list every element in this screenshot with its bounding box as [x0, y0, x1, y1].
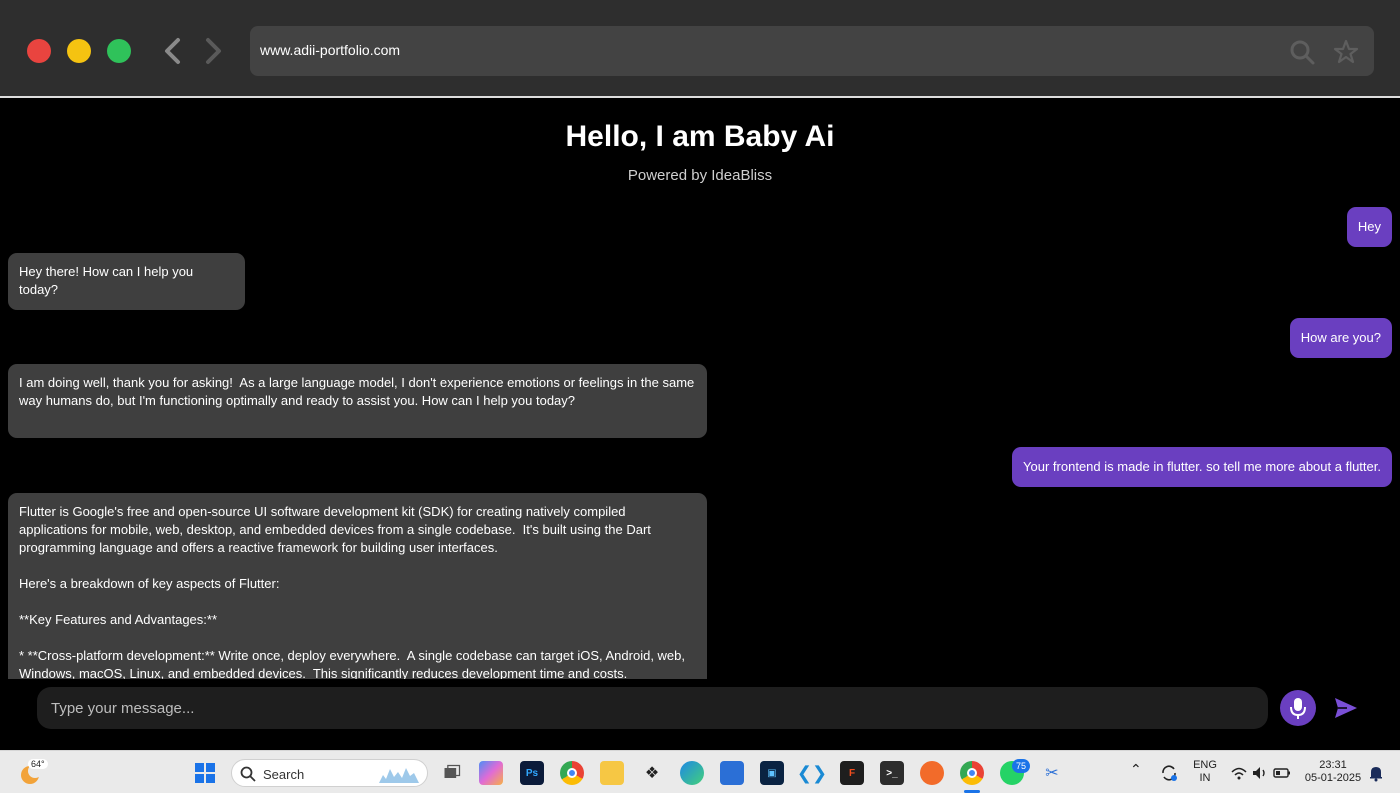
figma-icon[interactable]: F — [840, 761, 864, 785]
chrome-icon[interactable] — [560, 761, 584, 785]
wifi-icon[interactable] — [1230, 764, 1248, 782]
vscode-icon[interactable]: ❮❯ — [797, 761, 827, 785]
search-icon — [240, 766, 256, 782]
page-subtitle: Powered by IdeaBliss — [627, 167, 773, 184]
file-explorer-icon[interactable] — [600, 761, 624, 785]
terminal-icon[interactable]: >_ — [880, 761, 904, 785]
microphone-icon — [1290, 698, 1306, 719]
photoshop-icon[interactable]: Ps — [520, 761, 544, 785]
microphone-button[interactable] — [1280, 690, 1316, 726]
forward-arrow-icon[interactable] — [200, 36, 226, 66]
sync-icon[interactable] — [1160, 764, 1178, 782]
bot-message: I am doing well, thank you for asking! A… — [8, 364, 707, 438]
edge-icon[interactable] — [680, 761, 704, 785]
notification-badge: 75 — [1012, 759, 1030, 773]
window-close-button[interactable] — [27, 39, 51, 63]
user-message: Hey — [1346, 207, 1392, 247]
taskbar-search[interactable]: Search — [231, 759, 428, 787]
clock[interactable]: 23:31 05-01-2025 — [1302, 759, 1364, 785]
page-title: Hello, I am Baby Ai — [565, 120, 835, 153]
input-language-region: IN — [1199, 772, 1211, 784]
battery-icon[interactable] — [1273, 764, 1291, 782]
microsoft-store-icon[interactable] — [720, 761, 744, 785]
address-bar[interactable]: www.adii-portfolio.com — [250, 26, 1374, 76]
message-composer[interactable] — [37, 687, 1268, 729]
bot-message: Hey there! How can I help you today? — [8, 253, 245, 310]
input-language[interactable]: ENG IN — [1190, 759, 1220, 785]
send-icon[interactable] — [1333, 696, 1359, 720]
task-view-icon[interactable] — [440, 761, 464, 785]
user-message: How are you? — [1289, 318, 1392, 358]
weather-temperature: 64° — [28, 759, 48, 769]
taskbar: 64° Search Ps ❖ ▣ ❮❯ F >_ 75 ✂ ⌃ ENG IN … — [0, 750, 1400, 793]
back-arrow-icon[interactable] — [160, 36, 186, 66]
chat-page: Hello, I am Baby Ai Powered by IdeaBliss… — [0, 98, 1400, 750]
window-maximize-button[interactable] — [107, 39, 131, 63]
dropbox-icon[interactable]: ❖ — [640, 761, 664, 785]
chrome-active-icon[interactable] — [960, 761, 984, 785]
user-message: Your frontend is made in flutter. so tel… — [1012, 447, 1392, 487]
volume-icon[interactable] — [1251, 764, 1269, 782]
browser-chrome: www.adii-portfolio.com — [0, 0, 1400, 98]
notification-bell-icon[interactable] — [1367, 764, 1385, 782]
address-bar-url[interactable]: www.adii-portfolio.com — [260, 42, 400, 58]
snipping-tool-icon[interactable]: ✂ — [1040, 761, 1064, 785]
copilot-icon[interactable] — [479, 761, 503, 785]
windows-start-icon[interactable] — [195, 763, 215, 783]
show-hidden-icons-chevron-icon[interactable]: ⌃ — [1130, 762, 1142, 776]
search-highlight-icon — [379, 768, 419, 783]
bot-message: Flutter is Google's free and open-source… — [8, 493, 707, 679]
message-input[interactable] — [51, 697, 1251, 719]
taskbar-search-label: Search — [263, 767, 305, 782]
app-icon[interactable]: ▣ — [760, 761, 784, 785]
clock-time: 23:31 — [1319, 759, 1347, 771]
search-icon[interactable] — [1288, 38, 1316, 66]
input-language-code: ENG — [1193, 759, 1217, 771]
clock-date: 05-01-2025 — [1304, 772, 1362, 784]
postman-icon[interactable] — [920, 761, 944, 785]
bookmark-star-icon[interactable] — [1332, 38, 1360, 66]
window-minimize-button[interactable] — [67, 39, 91, 63]
